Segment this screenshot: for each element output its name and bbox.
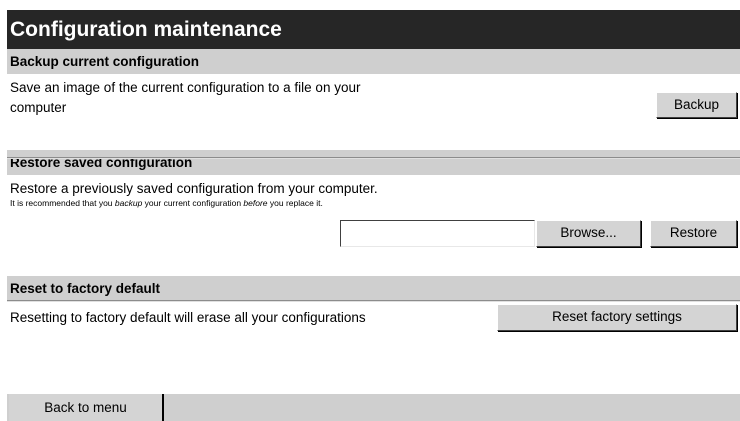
backup-button[interactable]: Backup (656, 92, 737, 118)
restore-note-emphasis-before: before (243, 198, 268, 208)
restore-note-part3: you replace it. (267, 198, 323, 208)
backup-divider (7, 157, 740, 159)
backup-description-line2: computer (10, 100, 67, 115)
restore-note: It is recommended that you backup your c… (10, 198, 323, 209)
backup-section-body: Save an image of the current configurati… (7, 74, 740, 132)
reset-section-body: Resetting to factory default will erase … (7, 301, 740, 335)
restore-button[interactable]: Restore (650, 220, 737, 247)
browse-button[interactable]: Browse... (536, 220, 641, 247)
configuration-maintenance-page: Configuration maintenance Backup current… (7, 10, 740, 421)
restore-section-body: Restore a previously saved configuration… (7, 175, 740, 258)
page-title: Configuration maintenance (7, 10, 740, 49)
backup-section-header: Backup current configuration (7, 49, 740, 74)
backup-description: Save an image of the current configurati… (10, 78, 360, 118)
reset-description: Resetting to factory default will erase … (10, 310, 366, 325)
restore-section-header: Restore saved configuration (7, 150, 740, 175)
reset-factory-settings-button[interactable]: Reset factory settings (497, 304, 737, 331)
back-to-menu-button[interactable]: Back to menu (9, 394, 164, 421)
backup-description-line1: Save an image of the current configurati… (10, 80, 361, 95)
restore-file-input[interactable] (340, 220, 535, 247)
restore-description: Restore a previously saved configuration… (10, 181, 378, 196)
restore-note-part1: It is recommended that you (10, 198, 115, 208)
reset-section-header: Reset to factory default (7, 276, 740, 301)
restore-note-emphasis-backup: backup (114, 198, 143, 208)
footer-bar: Back to menu (7, 394, 740, 421)
restore-note-part2: your current configuration (142, 198, 244, 208)
